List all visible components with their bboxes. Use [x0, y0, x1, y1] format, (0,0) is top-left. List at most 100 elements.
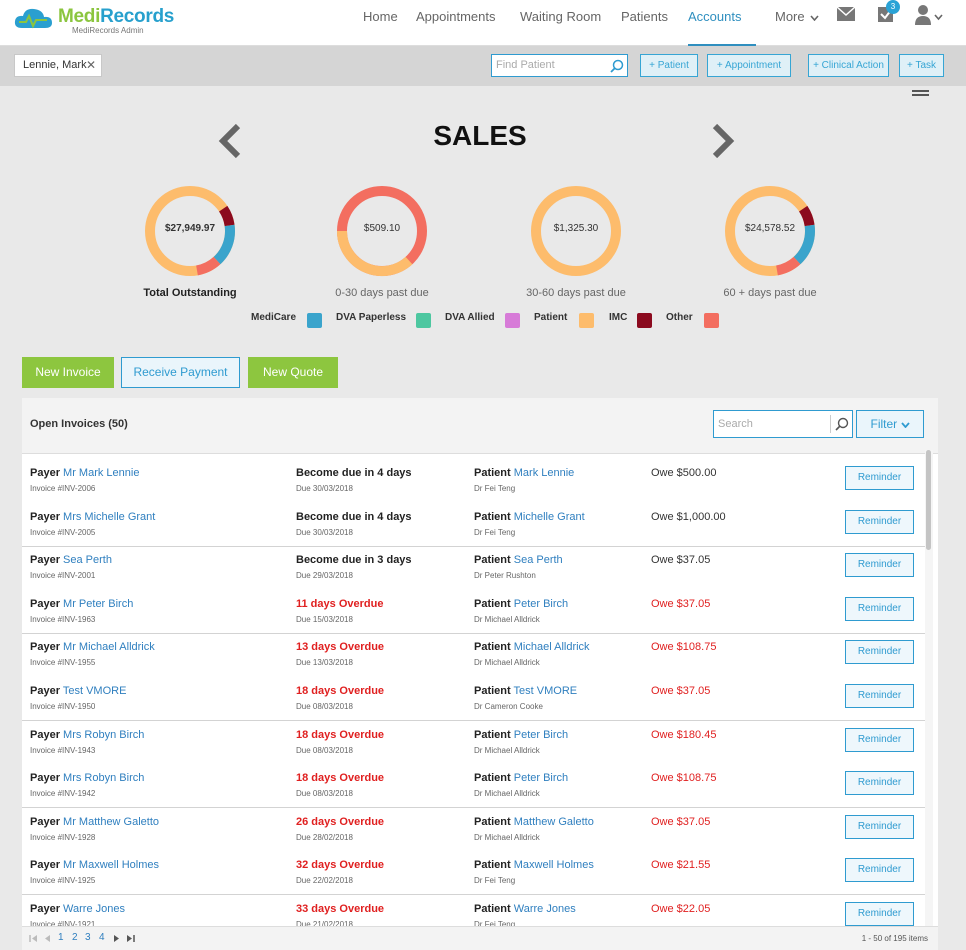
first-page-icon[interactable]: [29, 934, 38, 943]
nav-waiting-room[interactable]: Waiting Room: [520, 0, 601, 46]
invoice-number[interactable]: Invoice #INV-1963: [30, 615, 95, 624]
reminder-button[interactable]: Reminder: [845, 815, 914, 839]
new-quote-button[interactable]: New Quote: [248, 357, 338, 388]
prev-page-icon[interactable]: [44, 934, 51, 943]
invoice-row[interactable]: Payer Mrs Michelle Grant Invoice #INV-200…: [22, 503, 926, 547]
invoice-row[interactable]: Payer Sea Perth Invoice #INV-2001 Become d…: [22, 546, 926, 590]
receive-payment-button[interactable]: Receive Payment: [121, 357, 240, 388]
page-link-4[interactable]: 4: [99, 932, 105, 943]
payer-link[interactable]: Mr Maxwell Holmes: [63, 859, 159, 871]
invoice-search-input[interactable]: Search: [713, 410, 853, 438]
nav-appointments[interactable]: Appointments: [416, 0, 496, 46]
payer-link[interactable]: Mrs Robyn Birch: [63, 772, 144, 784]
0-30-days-donut[interactable]: $509.10 0-30 days past due: [302, 180, 462, 310]
patient-link[interactable]: Sea Perth: [514, 554, 563, 566]
page-link-3[interactable]: 3: [85, 932, 91, 943]
patient-link[interactable]: Peter Birch: [514, 598, 568, 610]
payer-link[interactable]: Mr Michael Alldrick: [63, 641, 155, 653]
nav-home[interactable]: Home: [363, 0, 398, 46]
reminder-button[interactable]: Reminder: [845, 553, 914, 577]
payer-link[interactable]: Mrs Robyn Birch: [63, 729, 144, 741]
close-icon[interactable]: ✕: [86, 55, 96, 76]
add-patient-button[interactable]: + Patient: [640, 54, 698, 77]
payer-link[interactable]: Mr Matthew Galetto: [63, 816, 159, 828]
add-clinical-action-button[interactable]: + Clinical Action: [808, 54, 889, 77]
invoice-row[interactable]: Payer Mr Mark Lennie Invoice #INV-2006 Bec…: [22, 459, 926, 503]
invoice-number[interactable]: Invoice #INV-1943: [30, 746, 95, 755]
invoice-row[interactable]: Payer Mr Matthew Galetto Invoice #INV-192…: [22, 808, 926, 852]
add-appointment-button[interactable]: + Appointment: [707, 54, 791, 77]
invoice-row[interactable]: Payer Mr Peter Birch Invoice #INV-1963 11 …: [22, 590, 926, 634]
patient-link[interactable]: Matthew Galetto: [514, 816, 594, 828]
invoice-number[interactable]: Invoice #INV-1928: [30, 833, 95, 842]
reminder-button[interactable]: Reminder: [845, 597, 914, 621]
patient-link[interactable]: Michael Alldrick: [514, 641, 590, 653]
invoice-number[interactable]: Invoice #INV-2001: [30, 571, 95, 580]
scrollbar[interactable]: [925, 450, 933, 930]
invoice-number[interactable]: Invoice #INV-2006: [30, 484, 95, 493]
patient-link[interactable]: Warre Jones: [514, 903, 576, 915]
payer-link[interactable]: Mrs Michelle Grant: [63, 511, 155, 523]
find-patient-input[interactable]: Find Patient: [491, 54, 628, 77]
reminder-button[interactable]: Reminder: [845, 684, 914, 708]
new-invoice-button[interactable]: New Invoice: [22, 357, 114, 388]
invoice-number[interactable]: Invoice #INV-1925: [30, 876, 95, 885]
60-plus-days-donut[interactable]: $24,578.52 60 + days past due: [690, 180, 850, 310]
page-link-2[interactable]: 2: [72, 932, 78, 943]
reminder-button[interactable]: Reminder: [845, 728, 914, 752]
search-icon[interactable]: [610, 59, 624, 73]
next-page-icon[interactable]: [113, 934, 120, 943]
nav-patients[interactable]: Patients: [621, 0, 668, 46]
reminder-button[interactable]: Reminder: [845, 902, 914, 926]
filter-button[interactable]: Filter: [856, 410, 924, 438]
user-icon[interactable]: [914, 4, 944, 26]
invoice-row[interactable]: Payer Mr Michael Alldrick Invoice #INV-19…: [22, 633, 926, 677]
patient-link[interactable]: Peter Birch: [514, 772, 568, 784]
invoice-number[interactable]: Invoice #INV-1950: [30, 702, 95, 711]
add-task-button[interactable]: + Task: [899, 54, 944, 77]
payer-link[interactable]: Test VMORE: [63, 685, 127, 697]
reminder-button[interactable]: Reminder: [845, 510, 914, 534]
mail-icon[interactable]: [836, 6, 856, 22]
total-outstanding-donut[interactable]: $27,949.97 Total Outstanding: [110, 180, 270, 310]
nav-accounts[interactable]: Accounts: [688, 0, 756, 56]
30-60-days-donut[interactable]: $1,325.30 30-60 days past due: [496, 180, 656, 310]
invoice-row[interactable]: Payer Test VMORE Invoice #INV-1950 18 days…: [22, 677, 926, 721]
invoice-number[interactable]: Invoice #INV-2005: [30, 528, 95, 537]
payer-link[interactable]: Sea Perth: [63, 554, 112, 566]
next-arrow-icon[interactable]: [711, 124, 735, 158]
hamburger-menu-icon[interactable]: [912, 90, 929, 98]
patient-link[interactable]: Michelle Grant: [514, 511, 585, 523]
patient-link[interactable]: Peter Birch: [514, 729, 568, 741]
payer-link[interactable]: Warre Jones: [63, 903, 125, 915]
nav-more[interactable]: More: [775, 0, 819, 46]
legend-other[interactable]: Other: [666, 312, 726, 328]
page-link-1[interactable]: 1: [58, 932, 64, 943]
invoice-number[interactable]: Invoice #INV-1955: [30, 658, 95, 667]
invoice-row[interactable]: Payer Mrs Robyn Birch Invoice #INV-1942 18…: [22, 764, 926, 808]
patient-link[interactable]: Test VMORE: [514, 685, 578, 697]
reminder-button[interactable]: Reminder: [845, 858, 914, 882]
scrollbar-thumb[interactable]: [926, 450, 931, 550]
invoice-number[interactable]: Invoice #INV-1942: [30, 789, 95, 798]
reminder-button[interactable]: Reminder: [845, 640, 914, 664]
current-patient-tab[interactable]: Lennie, Mark ✕: [14, 54, 102, 77]
legend-dva-paperless[interactable]: DVA Paperless: [336, 312, 436, 328]
owe-amount: Owe $180.45: [651, 729, 717, 741]
invoice-row[interactable]: Payer Mrs Robyn Birch Invoice #INV-1943 18…: [22, 721, 926, 765]
legend-patient[interactable]: Patient: [534, 312, 604, 328]
last-page-icon[interactable]: [126, 934, 135, 943]
patient-link[interactable]: Mark Lennie: [514, 467, 575, 479]
brand-logo[interactable]: MediRecords MediRecords Admin: [14, 4, 174, 40]
legend-medicare[interactable]: MediCare: [251, 312, 331, 328]
reminder-button[interactable]: Reminder: [845, 771, 914, 795]
search-button[interactable]: [830, 415, 850, 433]
payer-link[interactable]: Mr Peter Birch: [63, 598, 133, 610]
payer-link[interactable]: Mr Mark Lennie: [63, 467, 139, 479]
legend-dva-allied[interactable]: DVA Allied: [445, 312, 525, 328]
legend-imc[interactable]: IMC: [609, 312, 659, 328]
patient-link[interactable]: Maxwell Holmes: [514, 859, 594, 871]
reminder-button[interactable]: Reminder: [845, 466, 914, 490]
previous-arrow-icon[interactable]: [218, 124, 242, 158]
invoice-row[interactable]: Payer Mr Maxwell Holmes Invoice #INV-1925…: [22, 851, 926, 895]
